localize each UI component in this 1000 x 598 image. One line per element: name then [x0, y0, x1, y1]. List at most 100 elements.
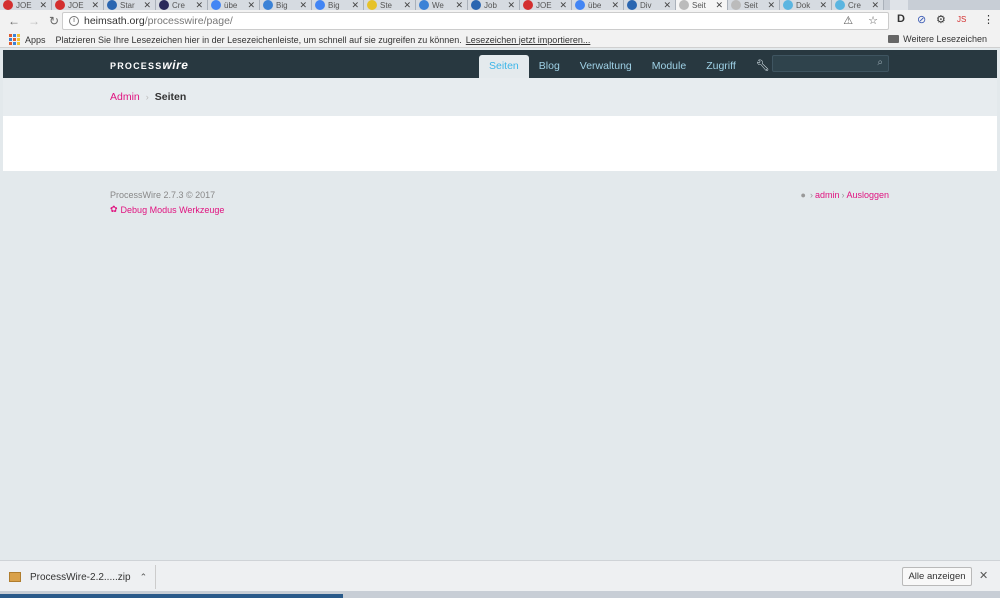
- omnibox-actions[interactable]: ⚠ ☆: [843, 14, 884, 27]
- tab-label: Cre: [848, 0, 861, 10]
- apps-grid-icon: [9, 34, 20, 45]
- breadcrumb-admin[interactable]: Admin: [110, 91, 140, 103]
- extension-gear-icon[interactable]: ⚙: [936, 13, 946, 26]
- extension-block-icon[interactable]: ⊘: [917, 13, 926, 26]
- tab-label: Big: [276, 0, 288, 10]
- apps-shortcut[interactable]: Apps: [9, 34, 46, 45]
- tab-label: Seit: [692, 0, 706, 10]
- tab-close-icon[interactable]: ✕: [611, 0, 619, 10]
- browser-tab[interactable]: We ✕: [416, 0, 468, 10]
- taskbar-strip: [0, 591, 1000, 598]
- apps-label: Apps: [25, 34, 46, 45]
- logout-link[interactable]: Ausloggen: [846, 190, 889, 200]
- tab-close-icon[interactable]: ✕: [39, 0, 47, 10]
- logo-text-a: PROCESS: [110, 61, 163, 71]
- new-tab-button[interactable]: [890, 0, 908, 10]
- tab-close-icon[interactable]: ✕: [143, 0, 151, 10]
- browser-tab[interactable]: Seit ✕: [676, 0, 728, 10]
- page-content: [3, 116, 997, 171]
- tab-close-icon[interactable]: ✕: [299, 0, 307, 10]
- tab-close-icon[interactable]: ✕: [767, 0, 775, 10]
- tab-close-icon[interactable]: ✕: [507, 0, 515, 10]
- bookmarks-bar: Apps Platzieren Sie Ihre Lesezeichen hie…: [0, 32, 1000, 48]
- browser-tab[interactable]: übe ✕: [572, 0, 624, 10]
- tab-label: Star: [120, 0, 135, 10]
- tab-close-icon[interactable]: ✕: [455, 0, 463, 10]
- tab-favicon-icon: [627, 0, 637, 10]
- tab-close-icon[interactable]: ✕: [195, 0, 203, 10]
- chevron-up-icon[interactable]: ⌃: [140, 572, 148, 583]
- browser-tab[interactable]: Job ✕: [468, 0, 520, 10]
- nav-blog[interactable]: Blog: [529, 55, 570, 78]
- tab-favicon-icon: [731, 0, 741, 10]
- chevron-right-icon: ›: [809, 190, 813, 200]
- browser-tab[interactable]: Ste ✕: [364, 0, 416, 10]
- close-icon[interactable]: ✕: [979, 569, 988, 582]
- browser-tab[interactable]: JOE ✕: [520, 0, 572, 10]
- other-bookmarks-label: Weitere Lesezeichen: [903, 34, 987, 44]
- tab-close-icon[interactable]: ✕: [403, 0, 411, 10]
- browser-tab[interactable]: Seit ✕: [728, 0, 780, 10]
- download-item[interactable]: ProcessWire-2.2.....zip ⌃: [9, 567, 147, 587]
- tab-label: JOE: [68, 0, 84, 10]
- version-text: ProcessWire 2.7.3 © 2017: [110, 190, 216, 200]
- browser-tab[interactable]: Div ✕: [624, 0, 676, 10]
- tab-favicon-icon: [211, 0, 221, 10]
- tab-close-icon[interactable]: ✕: [819, 0, 827, 10]
- forward-button[interactable]: →: [24, 14, 44, 28]
- tab-close-icon[interactable]: ✕: [351, 0, 359, 10]
- admin-footer: ProcessWire 2.7.3 © 2017 ✿ Debug Modus W…: [3, 171, 997, 557]
- browser-tab[interactable]: JOE ✕: [0, 0, 52, 10]
- user-icon: ●: [800, 190, 806, 200]
- show-all-button[interactable]: Alle anzeigen: [902, 567, 972, 586]
- browser-tab[interactable]: Cre ✕: [832, 0, 884, 10]
- import-bookmarks-link[interactable]: Lesezeichen jetzt importieren...: [466, 35, 591, 45]
- address-bar[interactable]: i heimsath.org/processwire/page/ ⚠ ☆: [62, 12, 889, 30]
- tab-close-icon[interactable]: ✕: [871, 0, 879, 10]
- back-button[interactable]: ←: [4, 14, 24, 28]
- browser-tab[interactable]: Big ✕: [260, 0, 312, 10]
- nav-seiten[interactable]: Seiten: [479, 55, 529, 78]
- tab-close-icon[interactable]: ✕: [91, 0, 99, 10]
- breadcrumb: Admin › Seiten: [110, 91, 186, 103]
- processwire-logo[interactable]: PROCESSwire: [110, 58, 188, 72]
- tab-favicon-icon: [471, 0, 481, 10]
- other-bookmarks[interactable]: Weitere Lesezeichen: [888, 34, 987, 44]
- browser-tab[interactable]: Big ✕: [312, 0, 364, 10]
- chevron-right-icon: ›: [145, 92, 149, 102]
- tab-label: JOE: [536, 0, 552, 10]
- tab-close-icon[interactable]: ✕: [715, 0, 723, 10]
- nav-module[interactable]: Module: [642, 55, 696, 78]
- tab-label: We: [432, 0, 444, 10]
- admin-header: PROCESSwire Seiten Blog Verwaltung Modul…: [3, 50, 997, 78]
- extension-js-icon[interactable]: JS: [957, 15, 966, 24]
- tab-close-icon[interactable]: ✕: [247, 0, 255, 10]
- browser-tab[interactable]: Star ✕: [104, 0, 156, 10]
- tab-close-icon[interactable]: ✕: [663, 0, 671, 10]
- tab-label: Dok: [796, 0, 811, 10]
- nav-zugriff[interactable]: Zugriff: [696, 55, 746, 78]
- user-link[interactable]: admin: [815, 190, 840, 200]
- browser-tab[interactable]: übe ✕: [208, 0, 260, 10]
- page-title: Seiten: [154, 91, 187, 103]
- debug-tools-link[interactable]: ✿ Debug Modus Werkzeuge: [110, 204, 224, 215]
- extension-icon-1[interactable]: D: [897, 13, 905, 25]
- browser-tab[interactable]: Dok ✕: [780, 0, 832, 10]
- nav-verwaltung[interactable]: Verwaltung: [570, 55, 642, 78]
- chevron-right-icon: ›: [841, 190, 845, 200]
- tab-label: übe: [224, 0, 238, 10]
- reload-button[interactable]: ↻: [44, 14, 64, 28]
- search-input[interactable]: ⌕: [772, 55, 889, 72]
- download-filename: ProcessWire-2.2.....zip: [30, 571, 131, 583]
- gear-icon: ✿: [110, 204, 118, 214]
- browser-tab[interactable]: JOE ✕: [52, 0, 104, 10]
- tab-close-icon[interactable]: ✕: [559, 0, 567, 10]
- info-icon[interactable]: i: [69, 16, 79, 26]
- menu-icon[interactable]: ⋮: [983, 13, 994, 26]
- url-host: heimsath.org: [84, 15, 145, 27]
- breadcrumb-bar: Admin › Seiten: [3, 78, 997, 116]
- search-icon[interactable]: ⌕: [877, 57, 883, 68]
- download-bar: ProcessWire-2.2.....zip ⌃ Alle anzeigen …: [0, 560, 1000, 591]
- tab-favicon-icon: [159, 0, 169, 10]
- browser-tab[interactable]: Cre ✕: [156, 0, 208, 10]
